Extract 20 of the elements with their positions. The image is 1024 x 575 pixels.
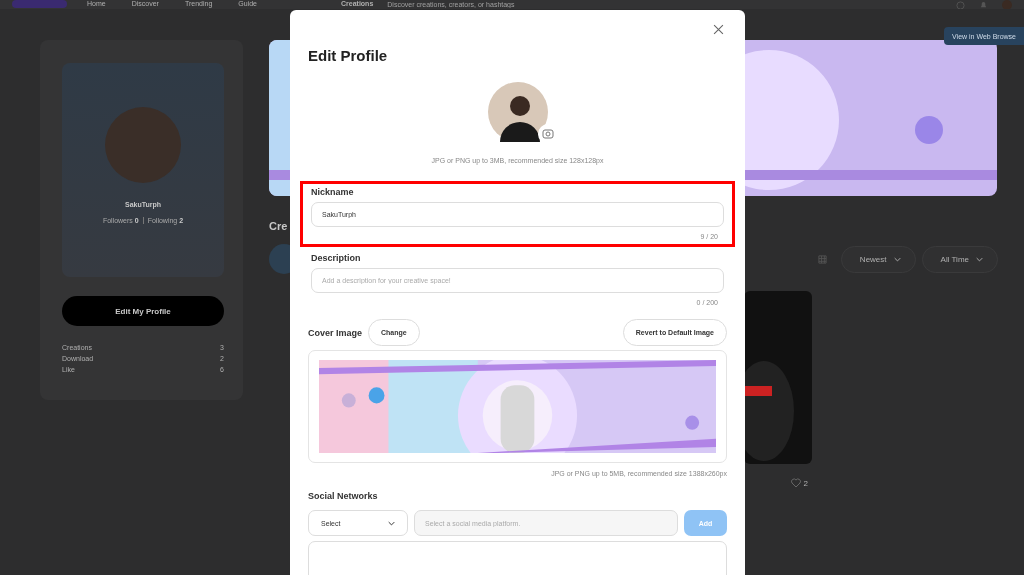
sort-dropdown[interactable]: Newest <box>840 245 916 273</box>
grid-icon[interactable] <box>817 254 827 264</box>
period-dropdown[interactable]: All Time <box>921 245 998 273</box>
globe-icon[interactable] <box>956 0 965 9</box>
like-count: 2 <box>803 478 808 488</box>
heart-icon[interactable] <box>790 478 801 488</box>
logo-icon <box>12 0 67 8</box>
field-label: Description <box>311 253 362 263</box>
dialog-title: Edit Profile <box>308 47 389 64</box>
section-heading: Cre <box>269 220 289 232</box>
bell-icon[interactable] <box>979 0 988 9</box>
field-label: Social Networks <box>308 491 379 501</box>
close-icon[interactable] <box>713 24 724 35</box>
chevron-icon <box>388 520 395 526</box>
field-label: Nickname <box>311 187 355 197</box>
field-label: Cover Image <box>308 327 363 338</box>
chevron-icon <box>893 256 901 262</box>
chevron-icon <box>976 256 983 262</box>
avatar-silhouette[interactable] <box>487 82 548 142</box>
edit-profile-button[interactable]: Edit My Profile <box>62 296 224 326</box>
